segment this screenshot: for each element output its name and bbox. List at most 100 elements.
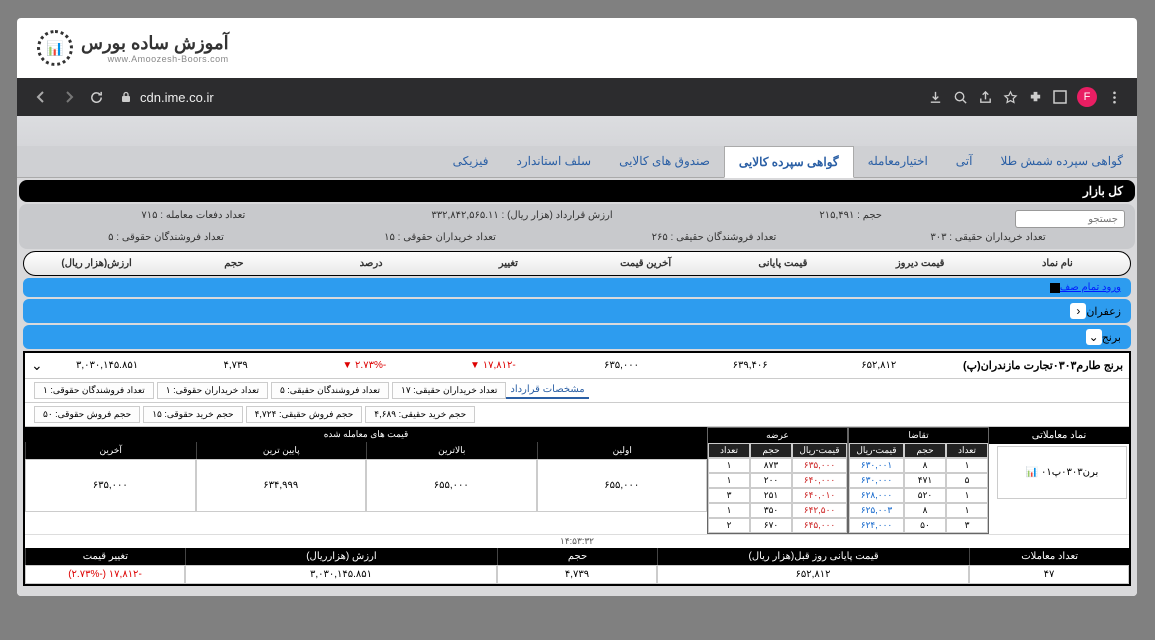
bid-row: ۵۴۷۱۶۳۰,۰۰۰	[849, 473, 988, 488]
bid-header: تقاضا	[849, 428, 988, 443]
val-change: -۱۷,۸۱۲ ▼	[429, 360, 558, 371]
p-high: ۶۵۵,۰۰۰	[366, 459, 537, 512]
group-rice-label: برنج	[1102, 331, 1121, 344]
summary-values: ۴۷ ۶۵۲,۸۱۲ ۴,۷۳۹ ۳,۰۳۰,۱۴۵.۸۵۱ -۱۷,۸۱۲ (…	[25, 565, 1129, 584]
tab-cdr-active[interactable]: گواهی سپرده کالایی	[724, 146, 854, 178]
logo-subtitle: www.Amoozesh-Boors.com	[81, 54, 229, 64]
menu-icon[interactable]	[1107, 90, 1122, 105]
instrument-title: برنج طارم۰۳۰۳تجارت مازندران(پ)	[963, 359, 1123, 372]
count-box: تعداد فروشندگان حقیقی: ۵	[271, 382, 389, 399]
vol-box: حجم خرید حقیقی: ۴,۶۸۹	[365, 406, 475, 423]
p-col-high: بالاترین	[366, 442, 537, 459]
ask-row: ۶۳۵,۰۰۰۸۷۳۱	[708, 458, 847, 473]
bid-row: ۱۵۲۰۶۲۸,۰۰۰	[849, 488, 988, 503]
lock-icon	[120, 91, 132, 103]
stat-real-buyers: تعداد خریداران حقیقی : ۳۰۳	[851, 232, 1125, 243]
p-col-low: پایین ترین	[196, 442, 367, 459]
ask-row: ۶۴۵,۰۰۰۶۷۰۲	[708, 518, 847, 533]
main-tabs: گواهی سپرده شمش طلا آتی اختیارمعامله گوا…	[17, 146, 1137, 178]
p-col-last: آخرین	[25, 442, 196, 459]
back-icon[interactable]	[33, 89, 49, 105]
search-input[interactable]	[1015, 210, 1125, 228]
reload-icon[interactable]	[89, 90, 104, 105]
vol-box: حجم خرید حقوقی: ۱۵	[143, 406, 242, 423]
count-box: تعداد خریداران حقوقی: ۱	[157, 382, 268, 399]
group-strip-saffron[interactable]: زعفران ‹	[23, 299, 1131, 323]
group-saffron-label: زعفران	[1086, 305, 1121, 318]
val-last: ۶۳۵,۰۰۰	[557, 360, 686, 371]
download-icon[interactable]	[928, 90, 943, 105]
detail-counts-row: مشخصات قرارداد تعداد خریداران حقیقی: ۱۷ …	[25, 379, 1129, 403]
stat-real-sellers: تعداد فروشندگان حقیقی : ۲۶۵	[577, 232, 851, 243]
tab-options[interactable]: اختیارمعامله	[854, 146, 942, 177]
summary-headers: تعداد معاملات قیمت پایانی روز قبل(هزار ر…	[25, 548, 1129, 565]
ask-header: عرضه	[708, 428, 847, 443]
prices-header: قیمت های معامله شده	[25, 427, 707, 442]
chevron-left-icon[interactable]: ‹	[1070, 303, 1086, 319]
stat-volume: حجم : ۲۱۵,۴۹۱	[686, 210, 1015, 228]
stat-legal-sellers: تعداد فروشندگان حقوقی : ۵	[29, 232, 303, 243]
bid-row: ۱۸۶۲۵,۰۰۳	[849, 503, 988, 518]
symbol-code[interactable]: برن۰۳۰۳پ۰۱ 📊	[997, 446, 1127, 499]
col-yesterday: قیمت دیروز	[852, 258, 989, 269]
share-icon[interactable]	[978, 90, 993, 105]
col-symbol: نام نماد	[989, 258, 1126, 269]
address-bar[interactable]: cdn.ime.co.ir	[120, 90, 913, 105]
tab-futures[interactable]: آتی	[942, 146, 987, 177]
bid-row: ۳۵۰۶۲۴,۰۰۰	[849, 518, 988, 533]
tab-salaf[interactable]: سلف استاندارد	[503, 146, 606, 177]
stat-value: ارزش قرارداد (هزار ریال) : ۳۳۲,۸۴۲,۵۶۵.۱…	[358, 210, 687, 228]
detail-summary-row: برنج طارم۰۳۰۳تجارت مازندران(پ) ۶۵۲,۸۱۲ ۶…	[25, 353, 1129, 379]
detail-vols-row: حجم خرید حقیقی: ۴,۶۸۹ حجم فروش حقیقی: ۴,…	[25, 403, 1129, 427]
chevron-down-icon[interactable]: ⌄	[1086, 329, 1102, 345]
val-yesterday: ۶۵۲,۸۱۲	[814, 360, 943, 371]
group-strip-rice[interactable]: برنج ⌄	[23, 325, 1131, 349]
browser-toolbar: cdn.ime.co.ir F	[17, 78, 1137, 116]
site-logo-area: آموزش ساده بورس www.Amoozesh-Boors.com 📊	[17, 18, 1137, 78]
p-low: ۶۳۴,۹۹۹	[196, 459, 367, 512]
ask-row: ۶۴۲,۵۰۰۳۵۰۱	[708, 503, 847, 518]
spec-link[interactable]: مشخصات قرارداد	[506, 382, 588, 399]
stat-legal-buyers: تعداد خریداران حقوقی : ۱۵	[303, 232, 577, 243]
traded-prices: قیمت های معامله شده اولین بالاترین پایین…	[25, 427, 707, 512]
tab-physical[interactable]: فیزیکی	[439, 146, 503, 177]
star-icon[interactable]	[1003, 90, 1018, 105]
col-pct: درصد	[303, 258, 440, 269]
detail-body: نماد معاملاتی برن۰۳۰۳پ۰۱ 📊 تقاضا تعداد ح…	[25, 427, 1129, 534]
sum-vol: ۴,۷۳۹	[497, 565, 657, 584]
sum-chg: -۱۷,۸۱۲ (-۲.۷۳%)	[25, 565, 185, 584]
col-last: آخرین قیمت	[577, 258, 714, 269]
sum-val: ۳,۰۳۰,۱۴۵.۸۵۱	[185, 565, 497, 584]
vol-box: حجم فروش حقیقی: ۴,۷۲۴	[246, 406, 363, 423]
col-vol: حجم	[165, 258, 302, 269]
p-col-first: اولین	[537, 442, 708, 459]
window-icon[interactable]	[1053, 90, 1067, 104]
sum-prev: ۶۵۲,۸۱۲	[657, 565, 969, 584]
zoom-icon[interactable]	[953, 90, 968, 105]
logo-title: آموزش ساده بورس	[81, 33, 229, 54]
order-book: تقاضا تعداد حجم قیمت-ریال ۱۸۶۳۰,۰۰۱۵۴۷۱۶…	[707, 427, 989, 534]
profile-avatar[interactable]: F	[1077, 87, 1097, 107]
logo-icon: 📊	[37, 30, 73, 66]
val-value: ۳,۰۳۰,۱۴۵.۸۵۱	[43, 360, 172, 371]
ask-row: ۶۴۰,۰۱۰۲۵۱۳	[708, 488, 847, 503]
tab-funds[interactable]: صندوق های کالایی	[605, 146, 724, 177]
all-link[interactable]: ورود تمام صف	[1060, 282, 1121, 293]
stat-trades: تعداد دفعات معامله : ۷۱۵	[29, 210, 358, 228]
col-final: قیمت پایانی	[714, 258, 851, 269]
p-first: ۶۵۵,۰۰۰	[537, 459, 708, 512]
extensions-icon[interactable]	[1028, 90, 1043, 105]
group-strip-all[interactable]: ورود تمام صف	[23, 278, 1131, 297]
count-box: تعداد خریداران حقیقی: ۱۷	[392, 382, 506, 399]
col-val: ارزش(هزار ریال)	[28, 258, 165, 269]
val-final: ۶۳۹,۴۰۶	[686, 360, 815, 371]
stats-panel: حجم : ۲۱۵,۴۹۱ ارزش قرارداد (هزار ریال) :…	[19, 204, 1135, 249]
page-frame: آموزش ساده بورس www.Amoozesh-Boors.com 📊…	[17, 18, 1137, 596]
update-time: ۱۴:۵۳:۳۲	[25, 534, 1129, 548]
tab-gold[interactable]: گواهی سپرده شمش طلا	[986, 146, 1137, 177]
collapse-icon[interactable]: ⌄	[31, 357, 43, 374]
p-last: ۶۳۵,۰۰۰	[25, 459, 196, 512]
bid-row: ۱۸۶۳۰,۰۰۱	[849, 458, 988, 473]
col-change: تغییر	[440, 258, 577, 269]
forward-icon[interactable]	[61, 89, 77, 105]
